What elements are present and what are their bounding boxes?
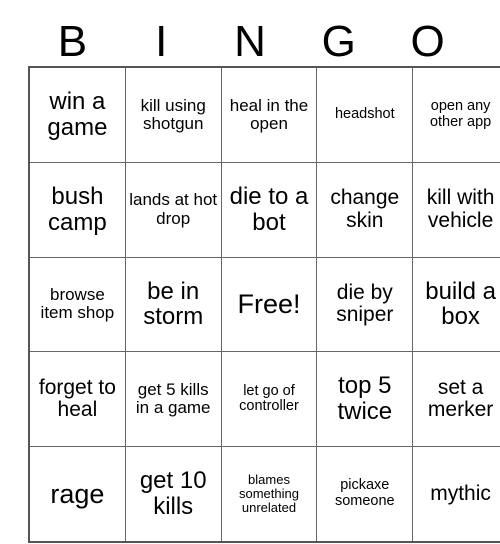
bingo-cell-label: die to a bot [229,182,309,236]
bingo-cell-label: rage [50,478,105,509]
bingo-header-letter-o: O [410,17,445,66]
bingo-cell[interactable]: change skin [316,161,414,258]
bingo-header-letter-b: B [57,17,88,66]
bingo-card: B I N G O win a game kill using shotgun … [28,8,500,543]
bingo-cell[interactable]: be in storm [124,256,222,353]
bingo-cell-label: bush camp [48,182,107,236]
bingo-cell[interactable]: forget to heal [28,351,126,448]
bingo-cell-label: lands at hot drop [129,190,218,228]
bingo-cell[interactable]: heal in the open [220,66,318,163]
bingo-cell[interactable]: pickaxe someone [316,446,414,543]
bingo-header-letter-i: I [155,17,168,66]
bingo-row: win a game kill using shotgun heal in th… [28,66,500,163]
bingo-cell-label: heal in the open [229,95,309,133]
bingo-header-letter-n: N [234,17,266,66]
bingo-cell[interactable]: lands at hot drop [124,161,222,258]
bingo-cell-label: mythic [430,481,491,505]
bingo-row: bush camp lands at hot drop die to a bot… [28,161,500,258]
bingo-cell-label: set a merker [427,375,494,422]
bingo-cell[interactable]: die to a bot [220,161,318,258]
bingo-cell-label: top 5 twice [337,372,393,426]
bingo-cell[interactable]: kill using shotgun [124,66,222,163]
bingo-cell[interactable]: rage [28,446,126,543]
bingo-cell-label: browse item shop [40,285,115,323]
bingo-row: rage get 10 kills blames something unrel… [28,446,500,543]
bingo-cell-label: kill using shotgun [140,95,206,133]
bingo-cell-label: build a box [425,277,496,331]
bingo-cell-label: die by sniper [336,280,394,327]
bingo-cell[interactable]: open any other app [412,66,500,163]
bingo-cell[interactable]: mythic [412,446,500,543]
bingo-cell-label: open any other app [429,98,492,130]
bingo-cell[interactable]: blames something unrelated [220,446,318,543]
bingo-cell-label: forget to heal [38,375,116,422]
bingo-cell[interactable]: headshot [316,66,414,163]
bingo-cell[interactable]: kill with vehicle [412,161,500,258]
bingo-cell-label: pickaxe someone [334,477,395,510]
bingo-cell-label: let go of controller [239,382,299,415]
bingo-cell[interactable]: bush camp [28,161,126,258]
bingo-cell-label: be in storm [143,277,204,331]
bingo-cell-label: get 10 kills [139,467,207,521]
bingo-cell[interactable]: browse item shop [28,256,126,353]
bingo-header-row: B I N G O [28,8,472,66]
bingo-header-letter-g: G [321,17,356,66]
bingo-cell-label: change skin [330,186,400,232]
bingo-cell[interactable]: get 5 kills in a game [124,351,222,448]
bingo-row: forget to heal get 5 kills in a game let… [28,351,500,448]
bingo-cell-label: get 5 kills in a game [135,379,211,418]
bingo-cell[interactable]: top 5 twice [316,351,414,448]
bingo-cell-label: kill with vehicle [426,186,495,232]
bingo-cell[interactable]: build a box [412,256,500,353]
bingo-cell-label: headshot [334,106,395,123]
bingo-cell[interactable]: die by sniper [316,256,414,353]
bingo-cell[interactable]: get 10 kills [124,446,222,543]
bingo-cell-label: blames something unrelated [239,472,299,516]
bingo-cell[interactable]: let go of controller [220,351,318,448]
bingo-free-space-label: Free! [237,288,301,319]
bingo-cell[interactable]: win a game [28,66,126,163]
bingo-cell-free[interactable]: Free! [220,256,318,353]
bingo-cell[interactable]: set a merker [412,351,500,448]
bingo-grid: win a game kill using shotgun heal in th… [28,66,500,543]
bingo-row: browse item shop be in storm Free! die b… [28,256,500,353]
bingo-cell-label: win a game [47,87,108,141]
